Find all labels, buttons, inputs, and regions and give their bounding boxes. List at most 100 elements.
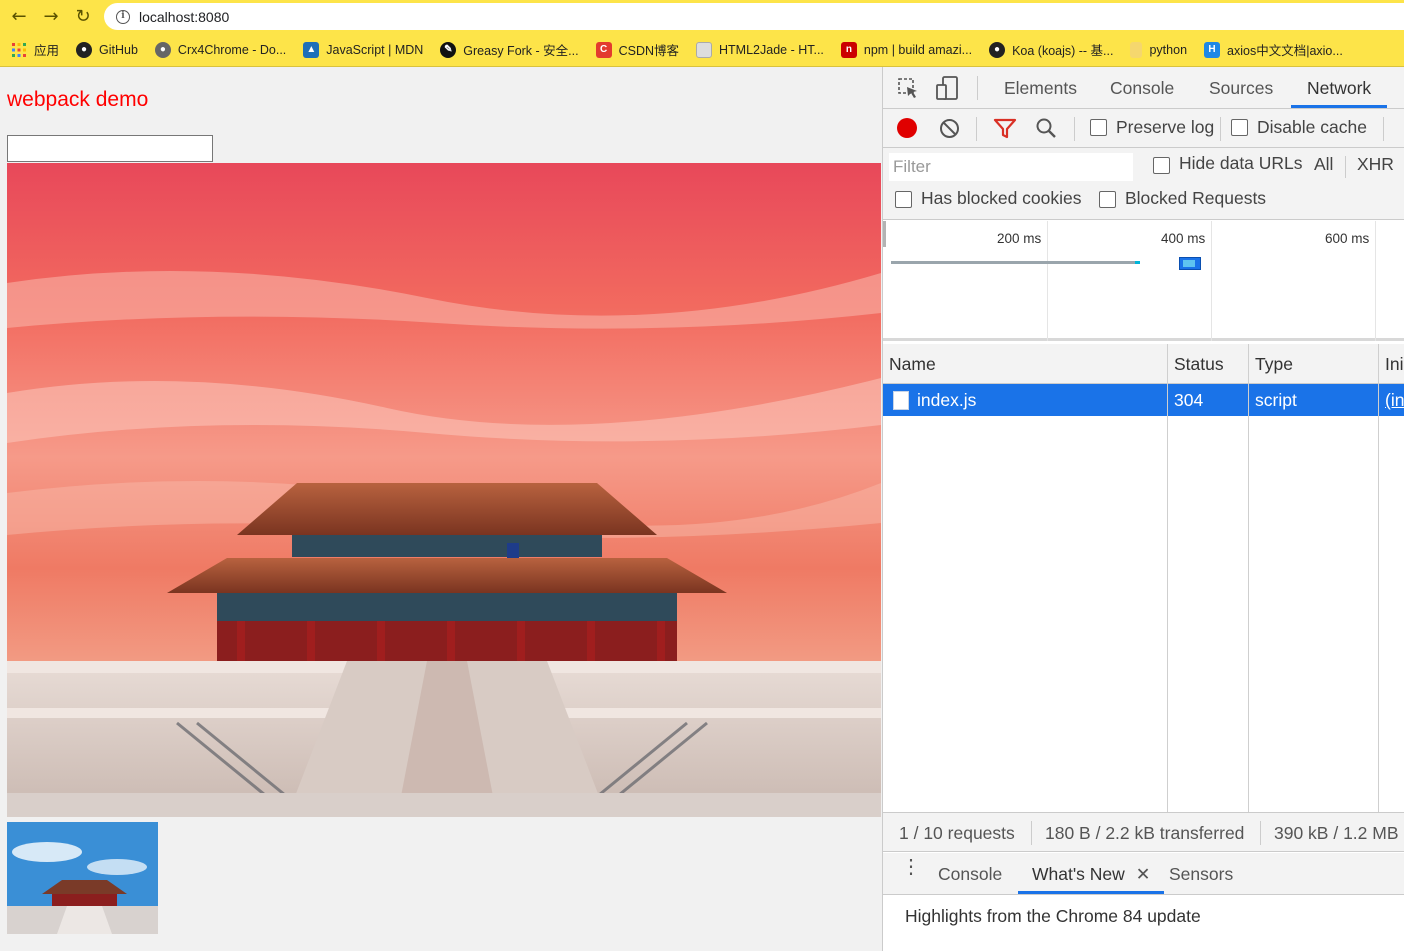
devtools-tabbar: Elements Console Sources Network bbox=[883, 67, 1404, 109]
summary-requests: 1 / 10 requests bbox=[899, 823, 1015, 843]
hero-image bbox=[7, 163, 881, 817]
bookmark-axios[interactable]: H axios中文文档|axio... bbox=[1204, 40, 1343, 59]
more-menu-icon[interactable]: ⋮ bbox=[901, 857, 921, 877]
page-viewport: webpack demo bbox=[0, 67, 882, 951]
hide-data-urls-checkbox[interactable] bbox=[1153, 157, 1170, 174]
file-icon bbox=[893, 391, 909, 410]
page-title: webpack demo bbox=[7, 88, 149, 111]
device-toolbar-icon[interactable] bbox=[935, 76, 959, 100]
bookmark-mdn[interactable]: ▲ JavaScript | MDN bbox=[303, 41, 424, 58]
url-text[interactable]: localhost:8080 bbox=[139, 9, 229, 25]
bookmark-github[interactable]: ● GitHub bbox=[76, 41, 138, 58]
summary-transferred: 180 B / 2.2 kB transferred bbox=[1045, 823, 1245, 843]
tick-label: 600 ms bbox=[1325, 231, 1370, 246]
bookmark-csdn[interactable]: C CSDN博客 bbox=[595, 40, 680, 59]
preserve-log-label: Preserve log bbox=[1116, 117, 1215, 137]
bookmark-label: python bbox=[1149, 42, 1188, 57]
bookmark-label: axios中文文档|axio... bbox=[1227, 44, 1343, 58]
csdn-icon: C bbox=[595, 41, 612, 58]
column-header-initiator[interactable]: Ini bbox=[1379, 344, 1404, 384]
disable-cache-checkbox[interactable] bbox=[1231, 119, 1248, 136]
table-row[interactable]: index.js 304 script (in bbox=[883, 384, 1404, 416]
reload-icon[interactable]: ↻ bbox=[72, 5, 94, 27]
tab-elements[interactable]: Elements bbox=[1004, 67, 1077, 108]
request-table: Name Status Type Ini index.js 304 script… bbox=[883, 344, 1404, 812]
page-text-input[interactable] bbox=[7, 135, 213, 162]
bookmarks-bar: 应用 ● GitHub ● Crx4Chrome - Do... ▲ JavaS… bbox=[0, 33, 1404, 67]
timeline-bar bbox=[891, 261, 1139, 264]
bookmark-html2jade[interactable]: HTML2Jade - HT... bbox=[696, 41, 824, 58]
column-header-name[interactable]: Name bbox=[883, 344, 1168, 384]
disable-cache-label: Disable cache bbox=[1257, 117, 1367, 137]
inspect-element-icon[interactable] bbox=[897, 77, 919, 99]
tab-console[interactable]: Console bbox=[1110, 67, 1174, 108]
tab-sources[interactable]: Sources bbox=[1209, 67, 1273, 108]
github-icon: ● bbox=[76, 41, 93, 58]
filter-input[interactable]: Filter bbox=[889, 153, 1133, 181]
timeline-request-block bbox=[1179, 257, 1201, 270]
record-icon[interactable] bbox=[897, 118, 917, 138]
has-blocked-cookies-checkbox[interactable] bbox=[895, 191, 912, 208]
mdn-icon: ▲ bbox=[303, 41, 320, 58]
page-icon bbox=[696, 41, 713, 58]
drawer-tabbar: ⋮ Console What's New ✕ Sensors bbox=[883, 853, 1404, 895]
bookmark-greasyfork[interactable]: ✎ Greasy Fork - 安全... bbox=[440, 40, 579, 59]
preserve-log-checkbox[interactable] bbox=[1090, 119, 1107, 136]
folder-icon bbox=[1130, 41, 1143, 58]
bookmark-label: npm | build amazi... bbox=[863, 42, 973, 57]
drawer-tab-sensors[interactable]: Sensors bbox=[1169, 853, 1233, 894]
request-type: script bbox=[1255, 390, 1297, 410]
filter-all-button[interactable]: All bbox=[1314, 154, 1333, 175]
close-icon[interactable]: ✕ bbox=[1136, 864, 1151, 884]
filter-icon[interactable] bbox=[993, 118, 1017, 144]
has-blocked-cookies-label: Has blocked cookies bbox=[921, 188, 1082, 208]
column-header-status[interactable]: Status bbox=[1168, 344, 1249, 384]
greasyfork-icon: ✎ bbox=[440, 41, 457, 58]
info-icon[interactable]: i bbox=[116, 9, 130, 24]
devtools-panel: Elements Console Sources Network Preserv… bbox=[882, 67, 1404, 951]
filter-bar: Filter Hide data URLs All XHR Has blocke… bbox=[883, 148, 1404, 220]
network-toolbar: Preserve log Disable cache bbox=[883, 109, 1404, 148]
bookmark-python[interactable]: python bbox=[1130, 41, 1188, 58]
bookmark-label: JavaScript | MDN bbox=[326, 42, 424, 57]
tab-network[interactable]: Network bbox=[1291, 67, 1388, 108]
bookmark-apps[interactable]: 应用 bbox=[11, 40, 59, 59]
search-icon[interactable] bbox=[1035, 117, 1057, 144]
drawer-tab-whats-new[interactable]: What's New ✕ bbox=[1018, 853, 1165, 894]
address-bar[interactable]: i localhost:8080 bbox=[104, 3, 1404, 30]
network-summary: 1 / 10 requests 180 B / 2.2 kB transferr… bbox=[883, 812, 1404, 852]
clear-icon[interactable] bbox=[939, 118, 960, 144]
filter-xhr-button[interactable]: XHR bbox=[1357, 154, 1394, 175]
request-name: index.js bbox=[917, 390, 977, 410]
bookmark-label: Greasy Fork - 安全... bbox=[463, 44, 579, 58]
tick-label: 400 ms bbox=[1161, 231, 1206, 246]
request-status: 304 bbox=[1174, 390, 1204, 410]
hide-data-urls-label: Hide data URLs bbox=[1179, 153, 1303, 173]
network-overview[interactable]: 200 ms 400 ms 600 ms bbox=[883, 221, 1404, 341]
forward-arrow-icon[interactable]: → bbox=[40, 5, 62, 27]
bookmark-koa[interactable]: ● Koa (koajs) -- 基... bbox=[989, 40, 1113, 59]
thumbnail-image bbox=[7, 822, 158, 934]
axios-icon: H bbox=[1204, 41, 1221, 58]
request-initiator[interactable]: (in bbox=[1385, 384, 1404, 416]
tick-label: 200 ms bbox=[997, 231, 1042, 246]
back-arrow-icon[interactable]: ← bbox=[8, 5, 30, 27]
column-header-type[interactable]: Type bbox=[1249, 344, 1379, 384]
bookmark-label: Koa (koajs) -- 基... bbox=[1012, 44, 1114, 58]
blocked-requests-checkbox[interactable] bbox=[1099, 191, 1116, 208]
koa-icon: ● bbox=[989, 41, 1006, 58]
blocked-requests-label: Blocked Requests bbox=[1125, 188, 1267, 208]
apps-grid-icon bbox=[11, 42, 27, 58]
npm-icon: n bbox=[840, 41, 857, 58]
browser-toolbar: ← → ↻ i localhost:8080 bbox=[0, 0, 1404, 33]
whats-new-headline: Highlights from the Chrome 84 update bbox=[905, 906, 1201, 926]
bookmark-crx4chrome[interactable]: ● Crx4Chrome - Do... bbox=[154, 41, 286, 58]
timeline-bar-end bbox=[1135, 261, 1140, 264]
bookmark-label: GitHub bbox=[99, 42, 138, 57]
drawer-tab-console[interactable]: Console bbox=[938, 853, 1002, 894]
bookmark-label: CSDN博客 bbox=[618, 44, 680, 58]
bookmark-npm[interactable]: n npm | build amazi... bbox=[840, 41, 973, 58]
summary-resources: 390 kB / 1.2 MB bbox=[1274, 823, 1399, 843]
whats-new-content: Highlights from the Chrome 84 update bbox=[883, 896, 1404, 951]
overview-handle[interactable] bbox=[883, 221, 886, 247]
